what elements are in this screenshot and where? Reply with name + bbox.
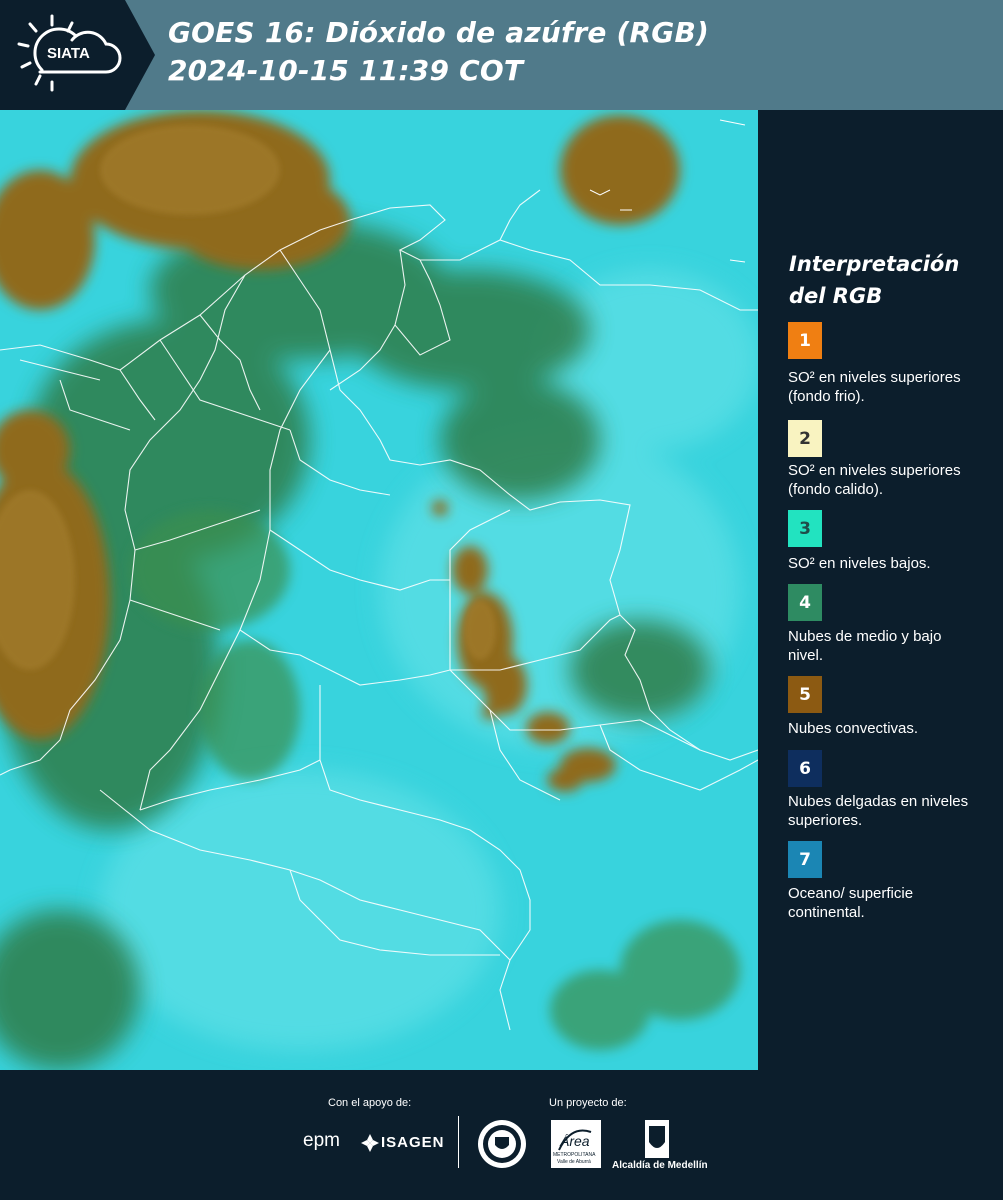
legend-swatch-6: 6 — [788, 750, 822, 787]
area-logo-sub2: Valle de Aburrá — [557, 1159, 591, 1165]
legend-swatch-5: 5 — [788, 676, 822, 713]
alcaldia-logo-text: Alcaldía de Medellín — [612, 1160, 708, 1171]
legend-swatch-3: 3 — [788, 510, 822, 547]
university-seal-icon — [478, 1120, 526, 1168]
isagen-logo: ISAGEN — [381, 1134, 445, 1151]
legend-title-line2: del RGB — [789, 284, 883, 308]
legend-text-6: Nubes delgadas en niveles superiores. — [788, 793, 969, 829]
legend-title-line1: Interpretación — [789, 252, 960, 276]
area-logo-sub1: METROPOLITANA — [553, 1152, 596, 1158]
legend-text-2: SO² en niveles superiores (fondo calido)… — [788, 462, 961, 498]
area-logo-text: Área — [560, 1133, 590, 1149]
legend-text-5: Nubes convectivas. — [788, 720, 919, 737]
page-title-line2: 2024-10-15 11:39 COT — [168, 54, 524, 87]
legend-swatch-2: 2 — [788, 420, 822, 457]
header-bar: SIATA GOES 16: Dióxido de azúfre (RGB) 2… — [0, 0, 1003, 110]
legend-swatch-4: 4 — [788, 584, 822, 621]
alcaldia-shield-icon — [645, 1120, 669, 1158]
legend-swatch-7: 7 — [788, 841, 822, 878]
legend-text-3: SO² en niveles bajos. — [788, 555, 931, 572]
epm-logo: epm — [303, 1130, 340, 1151]
siata-logo-text: SIATA — [47, 45, 90, 62]
isagen-logo-icon — [361, 1134, 379, 1152]
legend-swatch-1: 1 — [788, 322, 822, 359]
project-label: Un proyecto de: — [549, 1097, 627, 1109]
footer-bar: Con el apoyo de: Un proyecto de: epm ISA… — [0, 1070, 1003, 1200]
legend-text-7: Oceano/ superficie continental. — [788, 885, 914, 921]
legend-text-1: SO² en niveles superiores (fondo frio). — [788, 369, 961, 405]
legend-title: Interpretación del RGB — [789, 248, 999, 312]
footer-divider — [458, 1116, 459, 1168]
satellite-image — [0, 110, 758, 1070]
satellite-map — [0, 110, 758, 1070]
page-title-line1: GOES 16: Dióxido de azúfre (RGB) — [168, 16, 710, 49]
support-label: Con el apoyo de: — [328, 1097, 412, 1109]
siata-logo: SIATA — [14, 14, 126, 94]
legend-text-4: Nubes de medio y bajo nivel. — [788, 628, 942, 664]
legend-panel: Interpretación del RGB 1 SO² en niveles … — [760, 110, 1003, 1070]
